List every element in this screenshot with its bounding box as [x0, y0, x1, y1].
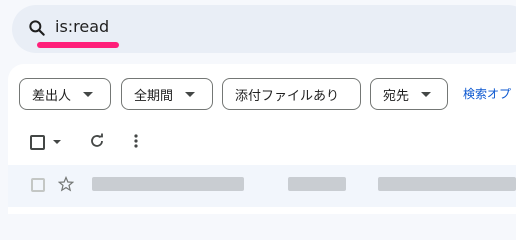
refresh-icon[interactable] [89, 133, 105, 149]
more-vert-icon[interactable] [134, 133, 138, 149]
filter-chip-date[interactable]: 全期間 [121, 78, 213, 110]
filter-chip-label: 差出人 [32, 88, 72, 104]
select-all-checkbox[interactable] [30, 135, 45, 150]
advanced-search-link[interactable]: 検索オプ [463, 85, 511, 102]
redacted-snippet [378, 177, 516, 191]
redacted-subject [288, 177, 346, 191]
select-dropdown-icon[interactable] [53, 140, 61, 144]
filter-chip-label: 添付ファイルあり [235, 88, 340, 104]
filter-chip-to[interactable]: 宛先 [370, 78, 448, 110]
search-input[interactable]: is:read [55, 17, 109, 37]
filter-chip-from[interactable]: 差出人 [19, 78, 111, 110]
chevron-down-icon [83, 91, 94, 97]
chevron-down-icon [421, 91, 432, 97]
highlight-underline [37, 42, 119, 48]
chevron-down-icon [185, 91, 196, 97]
star-icon[interactable] [58, 176, 74, 192]
redacted-sender [92, 177, 244, 191]
search-icon[interactable] [27, 18, 47, 38]
filter-chip-label: 全期間 [134, 88, 174, 104]
filter-chip-attachment[interactable]: 添付ファイルあり [222, 78, 361, 110]
filter-chip-label: 宛先 [383, 88, 410, 104]
row-checkbox[interactable] [31, 178, 45, 192]
